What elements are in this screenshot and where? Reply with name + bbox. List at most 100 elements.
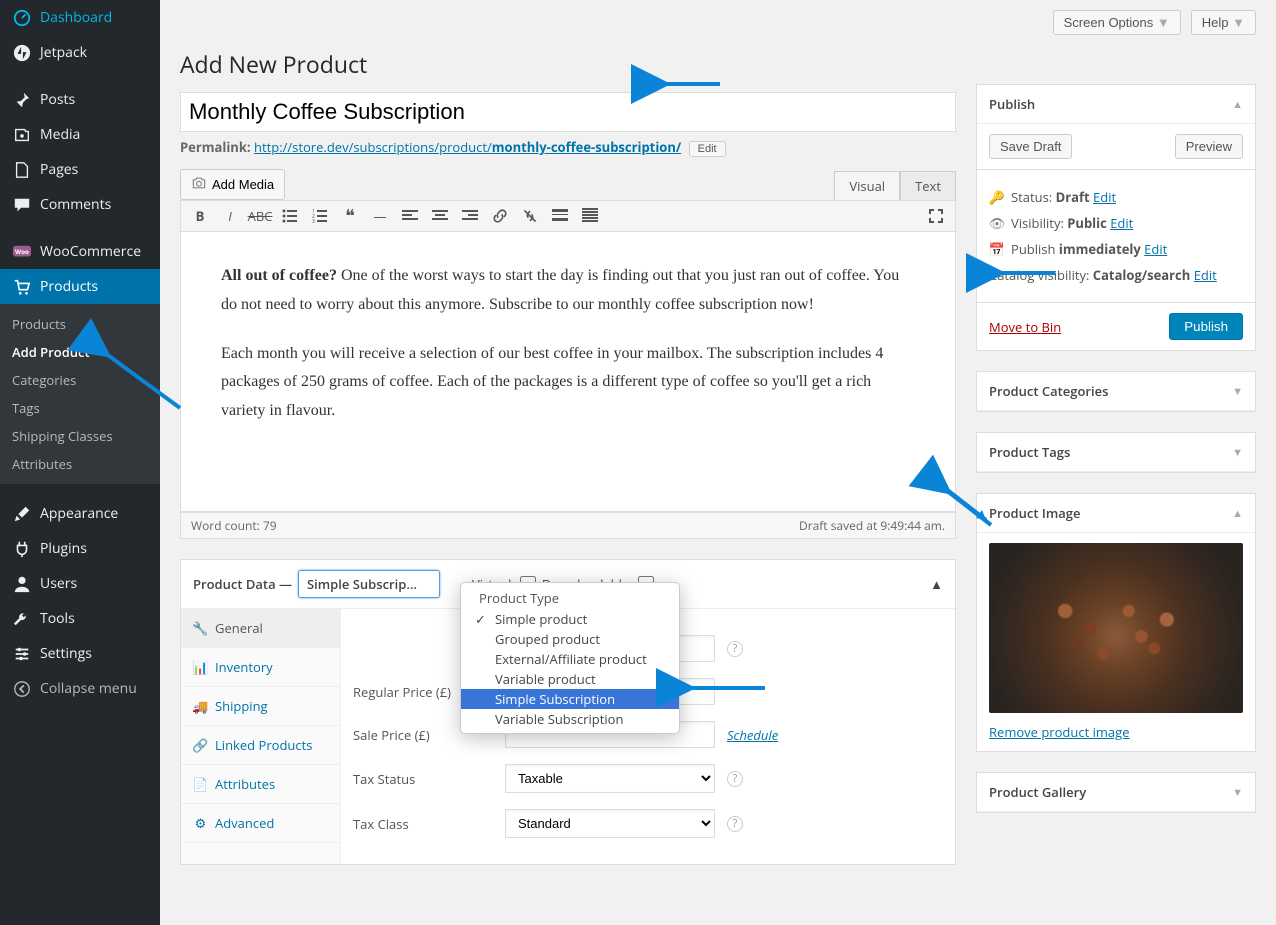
align-center-icon[interactable] — [429, 205, 451, 227]
sidebar-item-jetpack[interactable]: Jetpack — [0, 35, 160, 70]
sidebar-item-posts[interactable]: Posts — [0, 82, 160, 117]
edit-status-link[interactable]: Edit — [1093, 188, 1116, 206]
sidebar-item-comments[interactable]: Comments — [0, 187, 160, 222]
product-categories-panel[interactable]: Product Categories▼ — [976, 371, 1256, 412]
help-button[interactable]: Help ▼ — [1191, 10, 1256, 35]
product-image-thumbnail[interactable] — [989, 543, 1243, 713]
help-icon[interactable]: ? — [727, 816, 743, 832]
draft-saved-status: Draft saved at 9:49:44 am. — [799, 517, 945, 534]
chevron-up-icon[interactable]: ▲ — [930, 575, 943, 593]
pd-tab-attributes[interactable]: 📄Attributes — [181, 765, 340, 804]
chevron-up-icon[interactable]: ▲ — [1232, 97, 1243, 112]
sliders-icon — [12, 645, 32, 663]
submenu-categories[interactable]: Categories — [0, 366, 160, 394]
option-simple-subscription[interactable]: Simple Subscription — [461, 689, 679, 709]
edit-visibility-link[interactable]: Edit — [1110, 214, 1133, 232]
calendar-icon: 📅 — [989, 240, 1005, 258]
chevron-up-icon[interactable]: ▲ — [1232, 506, 1243, 521]
submenu-shipping-classes[interactable]: Shipping Classes — [0, 422, 160, 450]
link-icon: 🔗 — [193, 736, 208, 754]
pd-tab-advanced[interactable]: ⚙Advanced — [181, 804, 340, 843]
pd-tab-shipping[interactable]: 🚚Shipping — [181, 687, 340, 726]
submenu-products[interactable]: Products — [0, 310, 160, 338]
product-type-select[interactable]: Simple Subscrip… — [298, 570, 440, 598]
chevron-down-icon[interactable]: ▼ — [1232, 445, 1243, 460]
preview-button[interactable]: Preview — [1175, 134, 1243, 159]
screen-options-button[interactable]: Screen Options ▼ — [1053, 10, 1181, 35]
link-icon[interactable] — [489, 205, 511, 227]
product-gallery-panel[interactable]: Product Gallery▼ — [976, 772, 1256, 813]
permalink-link[interactable]: http://store.dev/subscriptions/product/m… — [254, 138, 681, 156]
wrench-icon: 🔧 — [193, 619, 208, 637]
sidebar-item-media[interactable]: Media — [0, 117, 160, 152]
help-icon[interactable]: ? — [727, 771, 743, 787]
tax-class-select[interactable]: Standard — [505, 809, 715, 838]
sidebar-item-users[interactable]: Users — [0, 566, 160, 601]
pd-tab-general[interactable]: 🔧General — [181, 609, 340, 648]
fullscreen-icon[interactable] — [925, 205, 947, 227]
schedule-link[interactable]: Schedule — [727, 726, 778, 744]
remove-product-image-link[interactable]: Remove product image — [989, 723, 1243, 741]
pd-tab-linked[interactable]: 🔗Linked Products — [181, 726, 340, 765]
align-left-icon[interactable] — [399, 205, 421, 227]
sidebar-item-woocommerce[interactable]: WooWooCommerce — [0, 234, 160, 269]
sidebar-item-tools[interactable]: Tools — [0, 601, 160, 636]
edit-catalog-link[interactable]: Edit — [1194, 266, 1217, 284]
hr-icon[interactable]: — — [369, 205, 391, 227]
quote-icon[interactable]: ❝ — [339, 205, 361, 227]
chevron-down-icon[interactable]: ▼ — [1232, 384, 1243, 399]
publish-button[interactable]: Publish — [1169, 313, 1243, 340]
publish-panel: Publish▲ Save Draft Preview 🔑Status: Dra… — [976, 84, 1256, 351]
jetpack-icon — [12, 44, 32, 62]
submenu-attributes[interactable]: Attributes — [0, 450, 160, 478]
option-simple-product[interactable]: Simple product — [461, 609, 679, 629]
ol-icon[interactable]: 123 — [309, 205, 331, 227]
cart-icon — [12, 278, 32, 296]
sidebar-collapse[interactable]: Collapse menu — [0, 671, 160, 706]
editor-tab-text[interactable]: Text — [900, 171, 956, 200]
unlink-icon[interactable] — [519, 205, 541, 227]
permalink-edit-button[interactable]: Edit — [689, 141, 726, 157]
admin-sidebar: Dashboard Jetpack Posts Media Pages Comm… — [0, 0, 160, 925]
svg-text:3: 3 — [312, 219, 315, 224]
media-icon — [12, 126, 32, 144]
sidebar-item-settings[interactable]: Settings — [0, 636, 160, 671]
content-editor[interactable]: All out of coffee? One of the worst ways… — [180, 232, 956, 512]
italic-icon[interactable]: I — [219, 205, 241, 227]
sidebar-item-plugins[interactable]: Plugins — [0, 531, 160, 566]
product-title-input[interactable] — [180, 92, 956, 132]
comment-icon — [12, 196, 32, 214]
sidebar-item-dashboard[interactable]: Dashboard — [0, 0, 160, 35]
align-right-icon[interactable] — [459, 205, 481, 227]
submenu-tags[interactable]: Tags — [0, 394, 160, 422]
option-external-product[interactable]: External/Affiliate product — [461, 649, 679, 669]
pd-tab-inventory[interactable]: 📊Inventory — [181, 648, 340, 687]
product-image-panel: Product Image▲ Remove product image — [976, 493, 1256, 752]
help-icon[interactable]: ? — [727, 641, 743, 657]
sidebar-item-pages[interactable]: Pages — [0, 152, 160, 187]
bold-icon[interactable]: B — [189, 205, 211, 227]
truck-icon: 🚚 — [193, 697, 208, 715]
chevron-down-icon[interactable]: ▼ — [1232, 785, 1243, 800]
ul-icon[interactable] — [279, 205, 301, 227]
woo-icon: Woo — [12, 245, 32, 259]
editor-tab-visual[interactable]: Visual — [834, 171, 900, 200]
save-draft-button[interactable]: Save Draft — [989, 134, 1072, 159]
permalink-row: Permalink: http://store.dev/subscription… — [180, 136, 956, 169]
readmore-icon[interactable] — [549, 205, 571, 227]
move-to-bin-link[interactable]: Move to Bin — [989, 318, 1061, 336]
option-variable-subscription[interactable]: Variable Subscription — [461, 709, 679, 729]
tax-status-select[interactable]: Taxable — [505, 764, 715, 793]
submenu-add-product[interactable]: Add Product — [0, 338, 160, 366]
word-count: Word count: 79 — [191, 517, 277, 534]
edit-date-link[interactable]: Edit — [1144, 240, 1167, 258]
sidebar-item-products[interactable]: Products — [0, 269, 160, 304]
add-media-button[interactable]: Add Media — [180, 169, 285, 200]
option-grouped-product[interactable]: Grouped product — [461, 629, 679, 649]
option-variable-product[interactable]: Variable product — [461, 669, 679, 689]
toolbar-toggle-icon[interactable] — [579, 205, 601, 227]
brush-icon — [12, 505, 32, 523]
strike-icon[interactable]: ABC — [249, 205, 271, 227]
product-tags-panel[interactable]: Product Tags▼ — [976, 432, 1256, 473]
sidebar-item-appearance[interactable]: Appearance — [0, 496, 160, 531]
